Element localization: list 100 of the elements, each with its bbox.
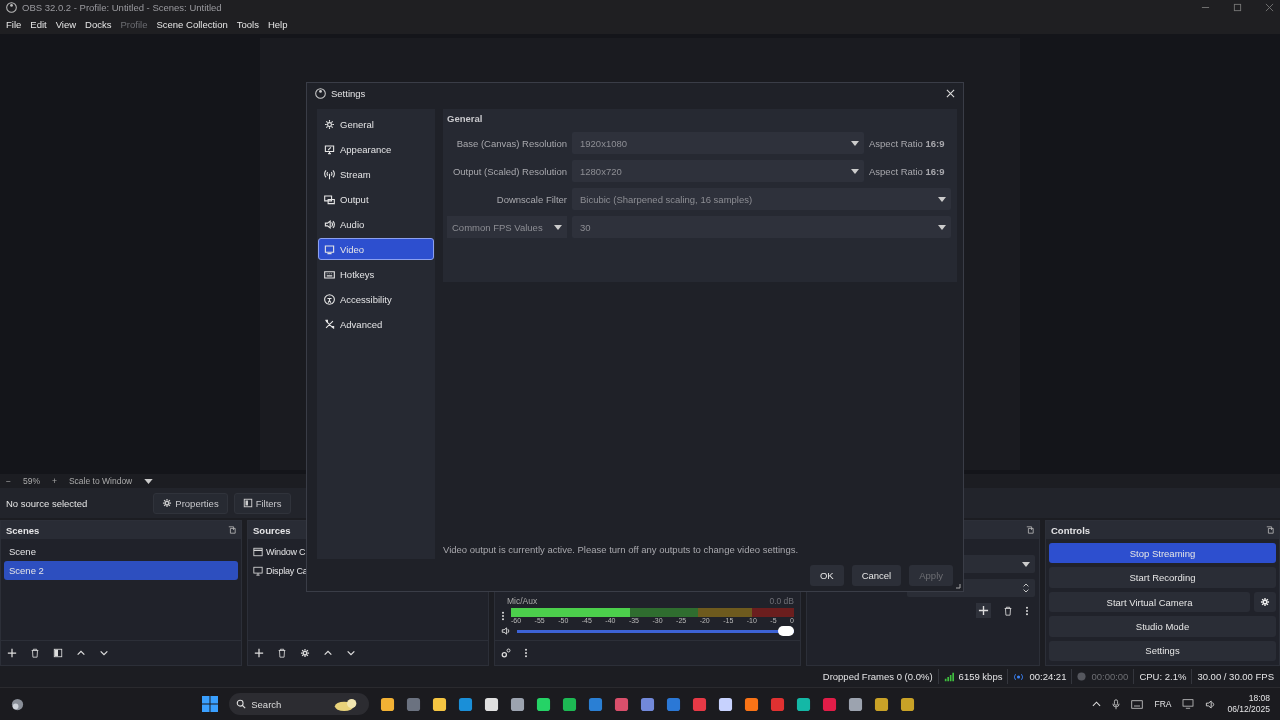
group-title: General <box>447 113 484 124</box>
more-icon[interactable] <box>524 648 528 658</box>
windows-logo-icon[interactable] <box>202 696 219 712</box>
control-button[interactable]: Start Virtual Camera <box>1049 591 1250 613</box>
record-time: 00:00:00 <box>1091 671 1129 682</box>
field-label: Base (Canvas) Resolution <box>455 137 567 149</box>
dialog-title: Settings <box>331 87 366 99</box>
clock-time[interactable]: 18:08 <box>1248 693 1270 704</box>
channel-name: Mic/Aux <box>507 596 538 606</box>
more-icon[interactable] <box>1025 605 1029 616</box>
properties-button[interactable]: Properties <box>153 492 228 514</box>
app-icon[interactable] <box>796 696 812 712</box>
caret-icon <box>938 224 946 230</box>
broadcast-icon <box>1013 672 1025 681</box>
stream-time: 00:24:21 <box>1029 671 1067 682</box>
add-icon[interactable] <box>976 603 991 618</box>
app-icon[interactable] <box>484 696 500 712</box>
add-icon[interactable] <box>7 648 17 658</box>
app-icon[interactable] <box>874 696 890 712</box>
scale-mode-dropdown[interactable]: Scale to Window <box>68 476 133 486</box>
antenna-icon <box>324 168 335 180</box>
aspect-ratio: Aspect Ratio 16:9 <box>869 137 945 149</box>
menu-item[interactable]: File <box>6 19 22 30</box>
app-icon[interactable] <box>848 696 864 712</box>
gears-icon[interactable] <box>501 648 511 658</box>
app-icon[interactable] <box>718 696 734 712</box>
up-icon[interactable] <box>76 648 86 658</box>
control-button[interactable]: Studio Mode <box>1049 616 1276 637</box>
menu-item[interactable]: Scene Collection <box>156 19 228 30</box>
undock-icon[interactable] <box>228 526 236 534</box>
language-indicator[interactable]: FRA <box>1154 699 1172 709</box>
volume-reading: 0.0 dB <box>769 596 794 606</box>
caret-icon[interactable] <box>144 478 154 484</box>
resize-grip-icon[interactable] <box>955 583 961 589</box>
scene-item[interactable]: Scene <box>4 542 238 561</box>
app-icon[interactable] <box>432 696 448 712</box>
settings-button[interactable] <box>1254 591 1276 613</box>
keyboard-icon[interactable] <box>1131 699 1144 709</box>
caret-icon <box>554 224 562 230</box>
up-icon[interactable] <box>323 648 333 658</box>
menu-item[interactable]: Tools <box>236 19 259 30</box>
control-button[interactable]: Stop Streaming <box>1049 543 1276 564</box>
trash-icon[interactable] <box>277 648 287 658</box>
monitor-brush-icon <box>324 143 335 155</box>
zoom-out-button[interactable]: − <box>6 476 11 486</box>
more-icon[interactable] <box>501 611 505 621</box>
monitor-icon <box>253 565 263 576</box>
control-button[interactable]: Start Recording <box>1049 567 1276 588</box>
spin-arrows-icon[interactable] <box>1022 582 1030 594</box>
monitor-icon <box>324 243 335 255</box>
app-icon[interactable] <box>900 696 916 712</box>
cloud-icon[interactable] <box>10 696 25 712</box>
signal-bars-icon <box>943 671 954 682</box>
scene-item[interactable]: Scene 2 <box>4 561 238 580</box>
chevron-up-icon[interactable] <box>1092 701 1102 707</box>
menu-item[interactable]: Edit <box>30 19 47 30</box>
trash-icon[interactable] <box>30 648 40 658</box>
source-item[interactable]: Window C <box>266 546 306 557</box>
slider-thumb[interactable] <box>778 625 794 636</box>
undock-icon[interactable] <box>1026 526 1034 534</box>
gear-icon[interactable] <box>300 648 310 658</box>
caret-icon <box>851 168 859 174</box>
trash-icon[interactable] <box>1003 605 1013 616</box>
speaker-icon[interactable] <box>1205 698 1217 710</box>
app-icon[interactable] <box>536 696 552 712</box>
dropped-frames: Dropped Frames 0 (0.0%) <box>822 671 933 682</box>
panel-title: Scenes <box>6 524 40 536</box>
app-icon[interactable] <box>744 696 760 712</box>
maximize-icon[interactable] <box>1233 3 1242 12</box>
app-icon[interactable] <box>380 696 396 712</box>
microphone-icon[interactable] <box>1112 698 1121 710</box>
control-button[interactable]: Settings <box>1049 640 1276 662</box>
volume-slider[interactable] <box>517 629 794 633</box>
zoom-in-button[interactable]: + <box>52 476 57 486</box>
network-icon[interactable] <box>1182 699 1195 709</box>
menu-item[interactable]: Help <box>267 19 288 30</box>
add-icon[interactable] <box>254 648 264 658</box>
notice-text: Video output is currently active. Please turn off any outputs to change video settings. <box>443 544 800 557</box>
filters-button[interactable]: Filters <box>233 492 291 514</box>
speaker-icon[interactable] <box>501 626 511 636</box>
app-icon[interactable] <box>562 696 578 712</box>
keyboard-icon <box>324 268 335 280</box>
clock-date[interactable]: 06/12/2025 <box>1227 704 1270 715</box>
undock-icon[interactable] <box>1266 526 1274 534</box>
window-title: OBS 32.0.2 - Profile: Untitled - Scenes: Untitled <box>22 2 222 13</box>
monitors-icon <box>324 193 335 205</box>
panel-icon[interactable] <box>53 648 63 658</box>
search-field[interactable]: Search <box>229 693 370 715</box>
field-label: Output (Scaled) Resolution <box>451 165 567 177</box>
obs-logo-icon <box>6 2 17 13</box>
gear-icon <box>324 118 335 130</box>
app-icon[interactable] <box>510 696 526 712</box>
window-icon <box>253 546 263 557</box>
caret-icon <box>851 140 859 146</box>
down-icon[interactable] <box>99 648 109 658</box>
down-icon[interactable] <box>346 648 356 658</box>
record-icon <box>1077 672 1087 681</box>
menu-item[interactable]: Docks <box>85 19 112 30</box>
menu-item[interactable]: View <box>55 19 77 30</box>
bitrate: 6159 kbps <box>958 671 1003 682</box>
